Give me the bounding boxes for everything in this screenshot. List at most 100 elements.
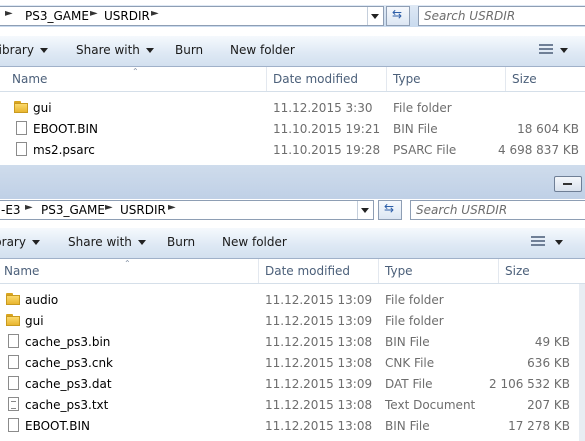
share-with-button[interactable]: Share with <box>76 43 154 57</box>
file-type: File folder <box>385 314 444 328</box>
sort-indicator-icon: ⌃ <box>124 259 131 268</box>
chevron-down-icon[interactable] <box>560 48 568 53</box>
breadcrumb-separator-icon: ► <box>168 202 176 213</box>
file-icon <box>16 142 27 156</box>
breadcrumb-ps3-game[interactable]: PS3_GAME <box>25 9 89 23</box>
file-date: 11.10.2015 19:28 <box>273 143 381 157</box>
file-size: 2 106 532 KB <box>489 377 570 391</box>
list-item[interactable]: ms2.psarc 11.10.2015 19:28 PSARC File 4 … <box>0 140 585 161</box>
chevron-down-icon[interactable] <box>555 240 563 245</box>
refresh-icon: ⇆ <box>384 201 395 215</box>
file-date: 11.12.2015 13:08 <box>265 335 373 349</box>
column-name[interactable]: Name <box>12 72 47 86</box>
file-type: BIN File <box>385 419 430 433</box>
column-type[interactable]: Type <box>385 264 413 278</box>
file-date: 11.12.2015 13:08 <box>265 356 373 370</box>
file-type: BIN File <box>393 122 438 136</box>
list-item[interactable]: EBOOT.BIN 11.10.2015 19:21 BIN File 18 6… <box>0 119 585 140</box>
text-file-icon <box>8 397 19 411</box>
file-icon <box>16 121 27 135</box>
chevron-down-icon <box>145 48 154 53</box>
file-name: gui <box>25 314 44 328</box>
file-icon <box>8 334 19 348</box>
refresh-icon: ⇆ <box>392 7 403 21</box>
breadcrumb-drive[interactable]: -E3 <box>1 203 21 217</box>
file-type: CNK File <box>385 356 435 370</box>
search-placeholder: Search USRDIR <box>424 9 516 23</box>
view-options-icon[interactable] <box>531 236 545 248</box>
column-type[interactable]: Type <box>393 72 421 86</box>
search-placeholder: Search USRDIR <box>416 203 508 217</box>
chevron-down-icon <box>137 240 146 245</box>
search-input[interactable]: Search USRDIR <box>410 200 585 220</box>
file-size: 18 604 KB <box>517 122 579 136</box>
column-date-modified[interactable]: Date modified <box>273 72 358 86</box>
view-options-icon[interactable] <box>539 44 553 56</box>
file-type: DAT File <box>385 377 433 391</box>
library-menu-button[interactable]: Library <box>0 235 40 249</box>
list-item[interactable]: EBOOT.BIN 11.12.2015 13:08 BIN File 17 2… <box>0 416 579 437</box>
column-header-row: ⌃ Name Date modified Type Size <box>0 67 585 92</box>
list-item[interactable]: gui 11.12.2015 3:30 File folder <box>0 98 585 119</box>
sort-indicator-icon: ⌃ <box>132 67 139 76</box>
refresh-button[interactable]: ⇆ <box>378 200 402 220</box>
breadcrumb-separator-icon: ► <box>90 8 98 19</box>
file-name: gui <box>33 101 52 115</box>
address-bar[interactable]: ► PS3_GAME ► USRDIR ► <box>0 6 384 26</box>
burn-button[interactable]: Burn <box>167 235 195 249</box>
column-date-modified[interactable]: Date modified <box>265 264 350 278</box>
file-type: Text Document <box>385 398 476 412</box>
file-date: 11.12.2015 13:08 <box>265 419 373 433</box>
file-icon <box>8 376 19 390</box>
file-name: cache_ps3.dat <box>25 377 112 391</box>
folder-icon <box>14 101 28 113</box>
share-with-label: Share with <box>76 43 140 57</box>
list-item[interactable]: cache_ps3.bin 11.12.2015 13:08 BIN File … <box>0 332 579 353</box>
minimize-button[interactable] <box>554 176 582 192</box>
file-icon <box>8 418 19 432</box>
column-name[interactable]: Name <box>4 264 39 278</box>
file-date: 11.10.2015 19:21 <box>273 122 381 136</box>
file-type: File folder <box>393 101 452 115</box>
column-size[interactable]: Size <box>512 72 537 86</box>
address-dropdown-button[interactable] <box>367 7 382 25</box>
share-with-button[interactable]: Share with <box>68 235 146 249</box>
breadcrumb-usrdir[interactable]: USRDIR <box>104 9 150 23</box>
vertical-scrollbar[interactable] <box>579 284 585 441</box>
list-item[interactable]: cache_ps3.cnk 11.12.2015 13:08 CNK File … <box>0 353 579 374</box>
list-item[interactable]: cache_ps3.dat 11.12.2015 13:09 DAT File … <box>0 374 579 395</box>
burn-button[interactable]: Burn <box>175 43 203 57</box>
file-name: EBOOT.BIN <box>25 419 90 433</box>
top-explorer-window: ► PS3_GAME ► USRDIR ► ⇆ Search USRDIR Li… <box>0 0 585 165</box>
new-folder-button[interactable]: New folder <box>230 43 295 57</box>
file-size: 17 278 KB <box>508 419 570 433</box>
file-type: File folder <box>385 293 444 307</box>
refresh-button[interactable]: ⇆ <box>386 6 410 26</box>
list-item[interactable]: audio 11.12.2015 13:09 File folder <box>0 290 579 311</box>
file-type: PSARC File <box>393 143 457 157</box>
breadcrumb-ps3-game[interactable]: PS3_GAME <box>41 203 105 217</box>
chevron-down-icon <box>31 240 40 245</box>
breadcrumb-usrdir[interactable]: USRDIR <box>120 203 166 217</box>
file-date: 11.12.2015 13:09 <box>265 293 373 307</box>
address-dropdown-button[interactable] <box>357 201 372 219</box>
library-menu-button[interactable]: Library <box>0 43 48 57</box>
folder-icon <box>6 293 20 305</box>
file-name: ms2.psarc <box>33 143 95 157</box>
new-folder-button[interactable]: New folder <box>222 235 287 249</box>
column-size[interactable]: Size <box>505 264 530 278</box>
file-name: EBOOT.BIN <box>33 122 98 136</box>
command-toolbar: Library Share with Burn New folder <box>0 36 585 67</box>
search-input[interactable]: Search USRDIR <box>418 6 585 26</box>
file-size: 4 698 837 KB <box>498 143 579 157</box>
breadcrumb-separator-icon: ► <box>25 202 33 213</box>
command-toolbar: Library Share with Burn New folder <box>0 228 585 259</box>
file-type: BIN File <box>385 335 430 349</box>
file-name: cache_ps3.txt <box>25 398 109 412</box>
window-title-bar <box>0 165 585 199</box>
breadcrumb-separator-icon: ► <box>5 8 13 19</box>
list-item[interactable]: gui 11.12.2015 13:09 File folder <box>0 311 579 332</box>
bottom-explorer-window: -E3 ► PS3_GAME ► USRDIR ► ⇆ Search USRDI… <box>0 199 585 441</box>
address-bar[interactable]: -E3 ► PS3_GAME ► USRDIR ► <box>0 200 374 220</box>
list-item[interactable]: cache_ps3.txt 11.12.2015 13:08 Text Docu… <box>0 395 579 416</box>
